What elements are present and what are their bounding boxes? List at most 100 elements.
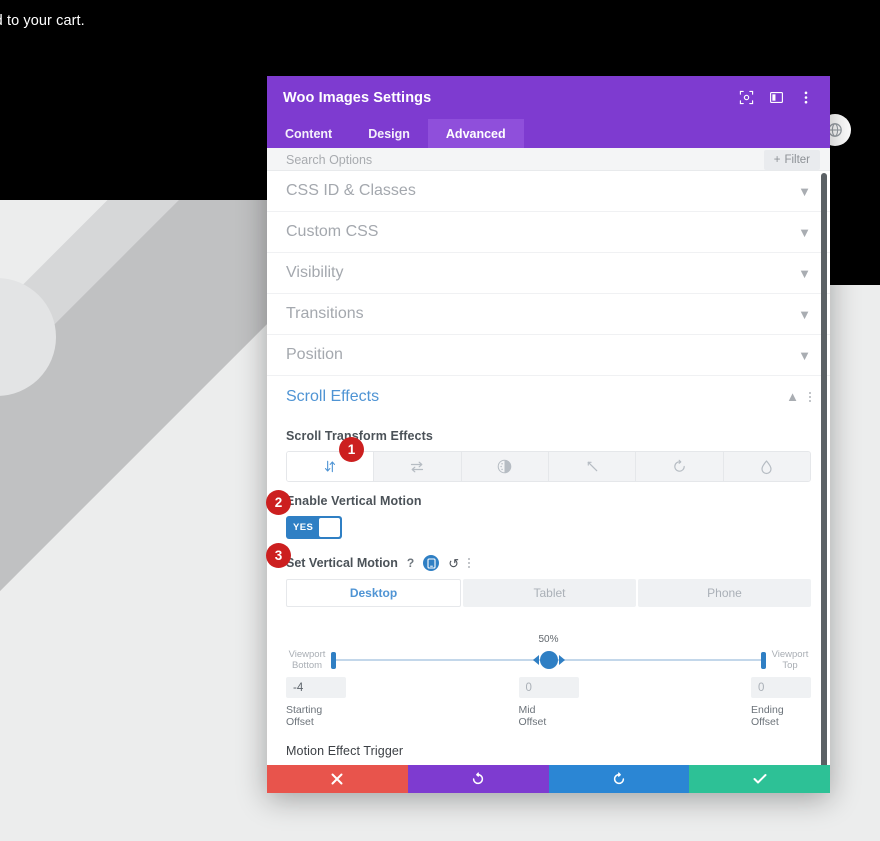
accordion-css-id-classes[interactable]: CSS ID & Classes ▼ xyxy=(267,171,830,212)
accordion-position[interactable]: Position ▼ xyxy=(267,335,830,376)
reset-icon[interactable]: ↺ xyxy=(448,557,459,570)
accordion-label: Scroll Effects xyxy=(286,387,380,405)
scaling-icon[interactable] xyxy=(548,452,637,481)
starting-offset-caption: Starting Offset xyxy=(286,704,323,728)
layout-panel-icon[interactable] xyxy=(768,90,784,106)
viewport-top-label: Viewport Top xyxy=(771,649,809,671)
accordion-controls: ▼ xyxy=(798,226,811,239)
chevron-down-icon[interactable]: ▼ xyxy=(798,185,811,198)
chevron-down-icon[interactable]: ▼ xyxy=(798,308,811,321)
slider-start-stop[interactable] xyxy=(331,652,336,669)
modal-scrollbar[interactable] xyxy=(821,173,827,765)
chevron-right-icon xyxy=(558,655,565,665)
save-button[interactable] xyxy=(689,765,830,793)
accordion-label: CSS ID & Classes xyxy=(286,182,416,199)
blur-icon[interactable] xyxy=(723,452,810,481)
rotating-icon[interactable] xyxy=(636,452,724,481)
horizontal-motion-icon[interactable] xyxy=(374,452,462,481)
chevron-down-icon[interactable]: ▼ xyxy=(798,226,811,239)
modal-title: Woo Images Settings xyxy=(283,89,432,106)
tab-design[interactable]: Design xyxy=(350,119,428,148)
settings-modal: Woo Images Settings Content Design Advan… xyxy=(267,76,830,793)
ending-offset-group: Ending Offset xyxy=(636,677,811,728)
accordion-controls: ▼ xyxy=(798,349,811,362)
set-vertical-motion-row: Set Vertical Motion ? ↺ xyxy=(286,555,811,571)
more-vertical-icon[interactable] xyxy=(809,391,811,402)
accordion-transitions[interactable]: Transitions ▼ xyxy=(267,294,830,335)
undo-button[interactable] xyxy=(407,765,549,793)
callout-badge-2: 2 xyxy=(266,490,291,515)
motion-range-slider[interactable]: Viewport Bottom Viewport Top 50% xyxy=(286,629,811,673)
filter-label: Filter xyxy=(784,154,810,166)
enable-vertical-motion-toggle[interactable]: YES xyxy=(286,516,342,539)
device-tab-tablet[interactable]: Tablet xyxy=(463,579,636,607)
slider-mid-handle[interactable] xyxy=(532,651,565,669)
filter-plus-icon: + xyxy=(773,154,781,166)
scroll-transform-effects-label: Scroll Transform Effects xyxy=(286,429,433,443)
chevron-left-icon xyxy=(532,655,539,665)
mid-offset-group: Mid Offset xyxy=(461,677,636,728)
toggle-value-label: YES xyxy=(293,522,314,533)
accordion-controls: ▲ xyxy=(786,390,811,403)
ending-offset-caption: Ending Offset xyxy=(751,704,784,728)
chevron-down-icon[interactable]: ▼ xyxy=(798,349,811,362)
cart-notice-text: added to your cart. xyxy=(0,13,85,29)
modal-tabs: Content Design Advanced xyxy=(267,119,830,148)
accordion-label: Position xyxy=(286,346,343,363)
focus-icon[interactable] xyxy=(738,90,754,106)
page-root: added to your cart. Woo Images Settings xyxy=(0,0,880,841)
responsive-icon[interactable] xyxy=(423,555,440,571)
mid-offset-input[interactable] xyxy=(518,677,579,698)
slider-percent-label: 50% xyxy=(538,634,559,645)
callout-badge-3: 3 xyxy=(266,543,291,568)
accordion-visibility[interactable]: Visibility ▼ xyxy=(267,253,830,294)
chevron-up-icon[interactable]: ▲ xyxy=(786,390,799,403)
modal-body: CSS ID & Classes ▼ Custom CSS ▼ Visibili… xyxy=(267,171,830,765)
chevron-down-icon[interactable]: ▼ xyxy=(798,267,811,280)
more-vertical-icon[interactable] xyxy=(468,558,471,568)
modal-header: Woo Images Settings xyxy=(267,76,830,119)
redo-icon xyxy=(613,772,624,785)
fade-icon[interactable] xyxy=(461,452,549,481)
ending-offset-input[interactable] xyxy=(751,677,811,698)
close-icon xyxy=(331,773,343,785)
scroll-transform-options xyxy=(286,451,811,482)
undo-icon xyxy=(473,772,484,785)
starting-offset-input[interactable] xyxy=(286,677,346,698)
help-icon[interactable]: ? xyxy=(407,556,414,570)
set-vertical-motion-label: Set Vertical Motion xyxy=(286,556,398,570)
accordion-label: Visibility xyxy=(286,264,344,281)
slider-end-stop[interactable] xyxy=(761,652,766,669)
toggle-knob xyxy=(319,518,340,537)
device-tabs: Desktop Tablet Phone xyxy=(286,579,811,607)
device-tab-phone[interactable]: Phone xyxy=(638,579,811,607)
starting-offset-group: Starting Offset xyxy=(286,677,461,728)
device-tab-desktop[interactable]: Desktop xyxy=(286,579,461,607)
tab-content[interactable]: Content xyxy=(267,119,350,148)
accordion-scroll-effects[interactable]: Scroll Effects ▲ xyxy=(267,376,830,417)
check-icon xyxy=(753,774,767,784)
accordion-controls: ▼ xyxy=(798,185,811,198)
modal-header-icons xyxy=(738,90,814,106)
redo-button[interactable] xyxy=(548,765,690,793)
filter-button[interactable]: + Filter xyxy=(763,150,820,170)
offset-inputs: Starting Offset Mid Offset xyxy=(286,677,811,728)
tab-advanced[interactable]: Advanced xyxy=(427,119,524,148)
callout-badge-1: 1 xyxy=(339,437,364,462)
more-vertical-icon[interactable] xyxy=(798,90,814,106)
viewport-bottom-label: Viewport Bottom xyxy=(288,649,326,671)
accordion-label: Custom CSS xyxy=(286,223,379,240)
accordion-custom-css[interactable]: Custom CSS ▼ xyxy=(267,212,830,253)
mid-offset-caption: Mid Offset xyxy=(518,704,547,728)
motion-effect-trigger-label: Motion Effect Trigger xyxy=(286,744,404,758)
accordion-controls: ▼ xyxy=(798,308,811,321)
accordion-label: Transitions xyxy=(286,305,364,322)
enable-vertical-motion-label: Enable Vertical Motion xyxy=(286,494,422,508)
search-bar: + Filter xyxy=(267,148,830,171)
modal-footer xyxy=(267,765,830,793)
cancel-button[interactable] xyxy=(267,765,408,793)
search-input[interactable] xyxy=(286,153,646,167)
slider-handle-dot xyxy=(539,651,558,669)
accordion-controls: ▼ xyxy=(798,267,811,280)
scroll-effects-body: Scroll Transform Effects Enable Vertical… xyxy=(267,429,830,765)
